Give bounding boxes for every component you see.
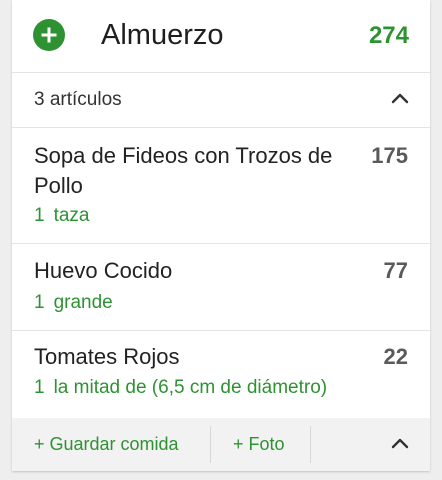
meal-total-calories: 274 — [368, 22, 409, 49]
chevron-up-icon[interactable] — [390, 434, 410, 454]
food-quantity: 1 — [34, 292, 45, 313]
food-quantity: 1 — [34, 205, 45, 226]
food-quantity: 1 — [34, 377, 45, 398]
meal-footer: + Guardar comida + Foto — [12, 418, 430, 471]
meal-card: Almuerzo 274 3 artículos Sopa de Fideos … — [12, 0, 430, 471]
food-item[interactable]: Tomates Rojos 1 la mitad de (6,5 cm de di… — [12, 331, 430, 418]
chevron-up-icon[interactable] — [390, 89, 410, 109]
food-item[interactable]: Huevo Cocido 1 grande 77 — [12, 244, 430, 331]
footer-divider — [210, 426, 211, 463]
footer-divider — [310, 426, 311, 463]
food-calories: 22 — [383, 344, 408, 369]
meal-title: Almuerzo — [101, 19, 224, 51]
plus-icon — [41, 27, 57, 43]
food-unit: grande — [53, 292, 113, 313]
meal-header: Almuerzo 274 — [12, 0, 430, 73]
food-calories: 175 — [371, 143, 408, 168]
food-serving: 1 la mitad de (6,5 cm de diámetro) — [34, 375, 327, 401]
add-food-button[interactable] — [33, 19, 65, 51]
add-photo-button[interactable]: + Foto — [233, 432, 285, 456]
food-serving: 1 taza — [34, 203, 90, 229]
food-unit: la mitad de (6,5 cm de diámetro) — [53, 377, 328, 398]
items-summary-row[interactable]: 3 artículos — [12, 73, 430, 128]
food-name: Tomates Rojos — [34, 344, 180, 369]
food-serving: 1 grande — [34, 290, 113, 316]
food-name: Huevo Cocido — [34, 258, 173, 283]
food-unit: taza — [53, 205, 90, 226]
food-name: Sopa de Fideos con Trozos de Pollo — [34, 143, 333, 198]
food-calories: 77 — [383, 258, 408, 283]
items-count-label: 3 artículos — [34, 89, 122, 110]
save-meal-button[interactable]: + Guardar comida — [34, 432, 179, 456]
food-item[interactable]: Sopa de Fideos con Trozos de Pollo 1 taza… — [12, 128, 430, 244]
